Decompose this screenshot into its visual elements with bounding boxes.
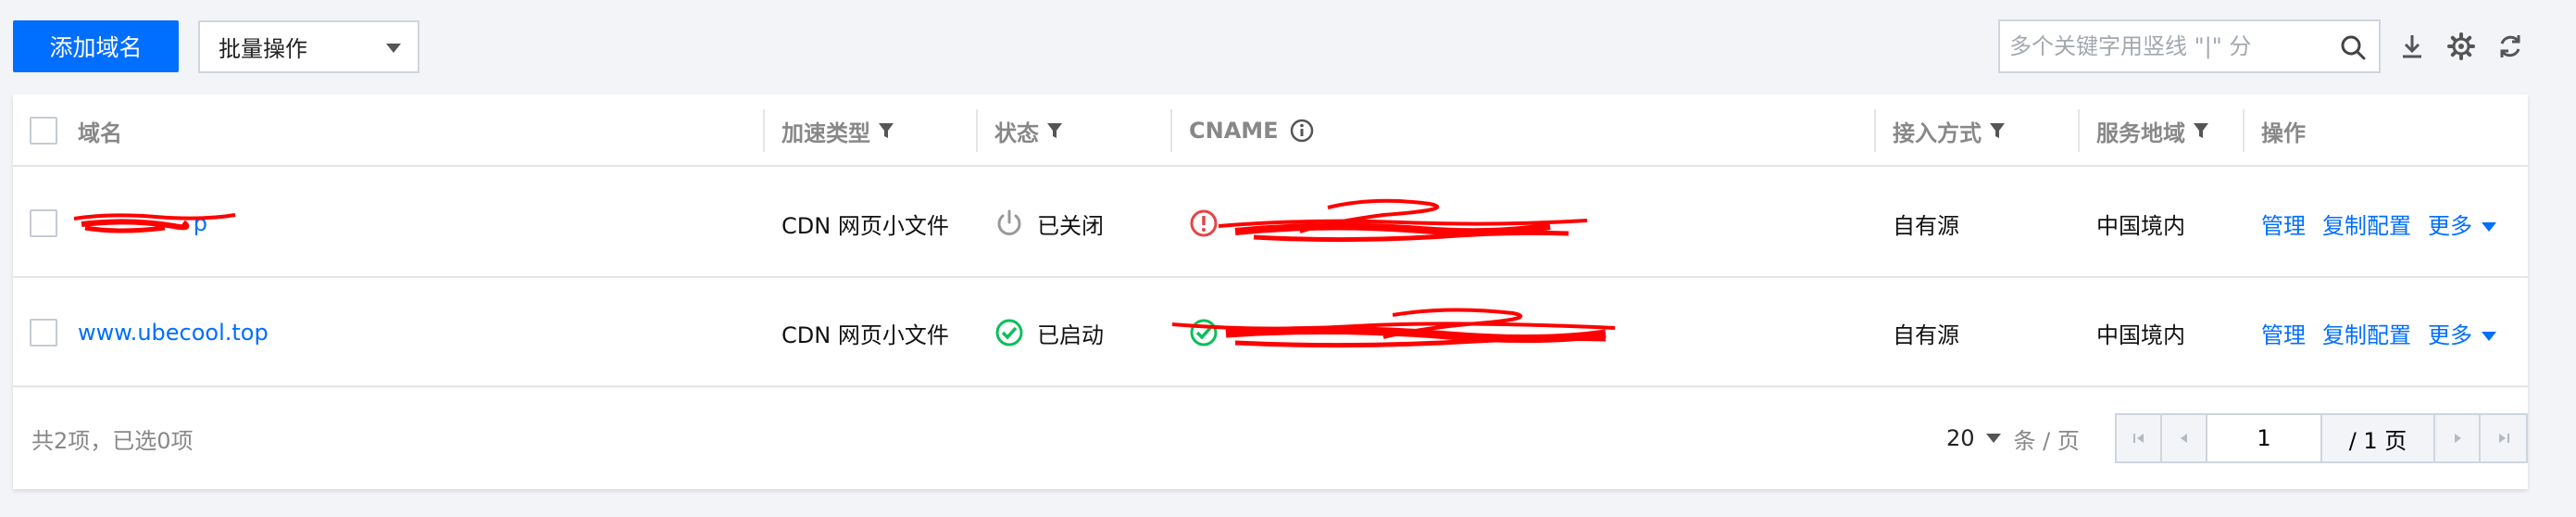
- filter-icon[interactable]: [2193, 121, 2209, 140]
- more-label[interactable]: 更多: [2428, 213, 2472, 239]
- select-all-checkbox[interactable]: [30, 117, 57, 145]
- column-status[interactable]: 状态: [994, 95, 1063, 167]
- row-checkbox[interactable]: [30, 209, 57, 237]
- chevron-down-icon: [386, 44, 401, 53]
- column-region[interactable]: 服务地域: [2096, 95, 2209, 167]
- batch-operations-select[interactable]: 批量操作: [198, 20, 419, 73]
- status-text: 已关闭: [1037, 212, 1104, 239]
- search-box[interactable]: [1998, 19, 2381, 73]
- manage-link[interactable]: 管理: [2261, 208, 2306, 240]
- power-off-icon: [997, 209, 1021, 235]
- column-access[interactable]: 接入方式: [1893, 95, 2006, 167]
- page-size-value[interactable]: 20: [1946, 425, 1975, 451]
- pagination: 1 / 1 页: [2115, 413, 2528, 463]
- column-divider: [976, 109, 978, 152]
- access-method: 自有源: [1893, 212, 1959, 239]
- manage-link[interactable]: 管理: [2261, 317, 2306, 349]
- acceleration-type: CDN 网页小文件: [782, 322, 949, 348]
- access-method: 自有源: [1893, 322, 1959, 348]
- prev-page-button[interactable]: [2162, 415, 2207, 461]
- column-divider: [763, 109, 765, 152]
- column-divider: [2078, 109, 2080, 152]
- redaction-scribble: [1171, 308, 1616, 348]
- search-input[interactable]: [2009, 33, 2324, 59]
- filter-icon[interactable]: [1989, 121, 2006, 140]
- column-divider: [1170, 109, 1172, 152]
- toolbar: 添加域名 批量操作: [13, 18, 2563, 75]
- chevron-down-icon[interactable]: [1985, 434, 2001, 443]
- table-header: 域名 加速类型 状态 CNAME 接入方式 服务地域 操作: [13, 95, 2528, 167]
- column-divider: [2243, 109, 2245, 152]
- copy-config-link[interactable]: 复制配置: [2322, 317, 2411, 349]
- table-row: p CDN 网页小文件 已关闭 自有源 中国境内 管理 复制配置 更多: [13, 169, 2528, 278]
- row-actions: 管理 复制配置 更多: [2261, 169, 2496, 278]
- more-dropdown[interactable]: 更多: [2428, 208, 2496, 240]
- service-region: 中国境内: [2096, 322, 2185, 348]
- refresh-icon[interactable]: [2496, 32, 2524, 60]
- more-label[interactable]: 更多: [2428, 322, 2472, 348]
- column-actions: 操作: [2261, 120, 2306, 146]
- info-icon[interactable]: [1290, 119, 1314, 143]
- column-cname: CNAME: [1189, 95, 1314, 167]
- selection-summary: 共2项，已选0项: [31, 427, 194, 454]
- acceleration-type: CDN 网页小文件: [782, 212, 949, 239]
- filter-icon[interactable]: [1046, 121, 1063, 140]
- domain-text[interactable]: www.ubecool.top: [78, 320, 269, 346]
- status-cell: 已启动: [994, 278, 1104, 387]
- column-divider: [1874, 109, 1876, 152]
- batch-operations-label: 批量操作: [219, 36, 307, 62]
- last-page-icon: [2498, 434, 2509, 443]
- more-dropdown[interactable]: 更多: [2428, 317, 2496, 349]
- search-icon[interactable]: [2340, 34, 2366, 60]
- copy-config-link[interactable]: 复制配置: [2322, 208, 2411, 240]
- total-pages: / 1 页: [2322, 415, 2435, 461]
- last-page-button[interactable]: [2481, 415, 2526, 461]
- chevron-down-icon[interactable]: [2482, 331, 2496, 341]
- redaction-scribble: [73, 213, 236, 233]
- page-size-unit: 条 / 页: [2013, 427, 2080, 454]
- first-page-icon: [2132, 434, 2144, 443]
- column-domain: 域名: [78, 120, 122, 146]
- service-region: 中国境内: [2096, 212, 2185, 239]
- status-text: 已启动: [1037, 322, 1104, 348]
- add-domain-button[interactable]: 添加域名: [13, 20, 179, 72]
- download-icon[interactable]: [2398, 32, 2426, 60]
- first-page-button[interactable]: [2117, 415, 2162, 461]
- row-checkbox[interactable]: [30, 319, 57, 347]
- domain-link[interactable]: www.ubecool.top: [78, 278, 269, 387]
- chevron-down-icon[interactable]: [2482, 221, 2496, 232]
- filter-icon[interactable]: [878, 121, 894, 140]
- alert-circle-icon: [1190, 209, 1218, 237]
- column-type[interactable]: 加速类型: [782, 95, 894, 167]
- table-row: www.ubecool.top CDN 网页小文件 已启动 自有源 中国境内 管…: [13, 278, 2528, 387]
- domain-table: 域名 加速类型 状态 CNAME 接入方式 服务地域 操作 p CDN 网页小文…: [13, 95, 2528, 489]
- prev-page-icon: [2180, 434, 2187, 443]
- redaction-scribble: [1218, 198, 1588, 243]
- check-circle-icon: [995, 319, 1023, 347]
- table-footer: 共2项，已选0项 20 条 / 页 1 / 1 页: [13, 387, 2528, 489]
- next-page-icon: [2454, 434, 2461, 443]
- row-actions: 管理 复制配置 更多: [2261, 278, 2496, 387]
- page-size-select[interactable]: 20 条 / 页: [1946, 387, 2080, 489]
- status-cell: 已关闭: [994, 169, 1104, 278]
- gear-icon[interactable]: [2447, 32, 2475, 60]
- next-page-button[interactable]: [2435, 415, 2481, 461]
- page-number-input[interactable]: 1: [2207, 415, 2322, 461]
